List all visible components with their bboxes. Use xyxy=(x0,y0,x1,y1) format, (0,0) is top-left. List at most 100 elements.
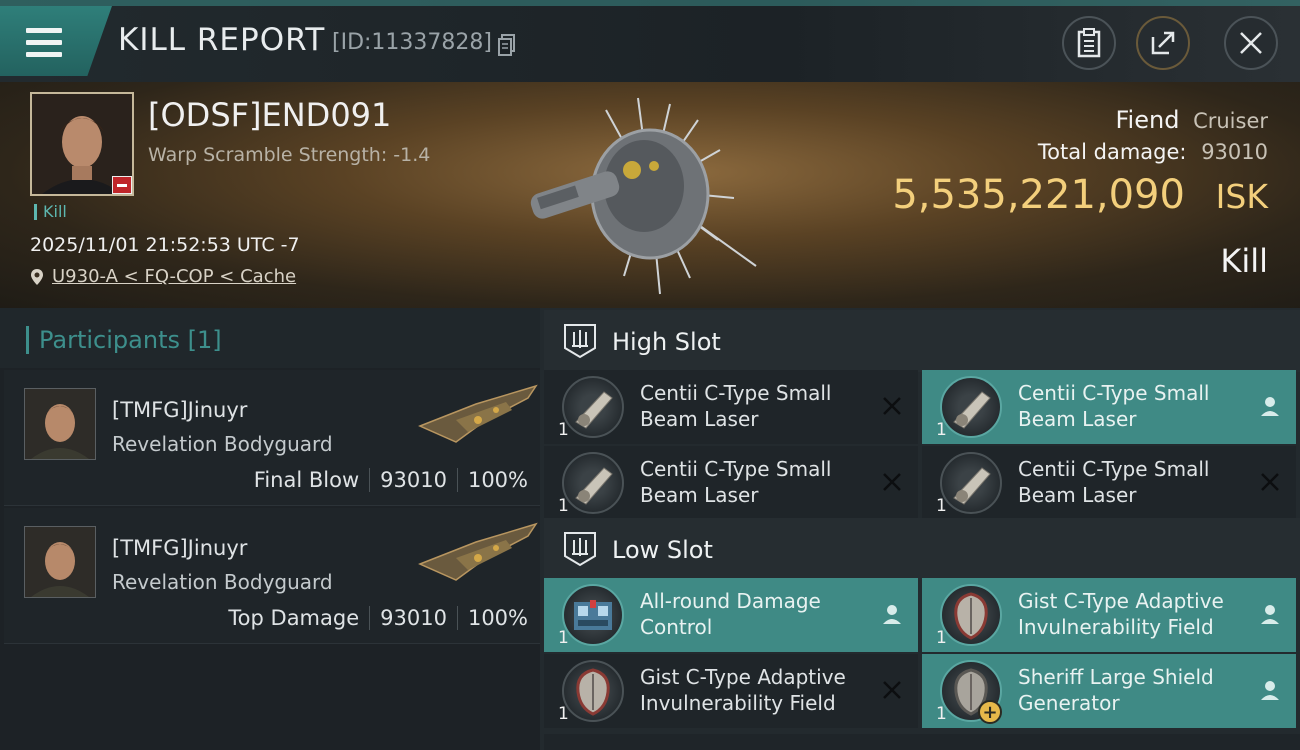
module-name: Centii C-Type Small Beam Laser xyxy=(1018,381,1210,431)
beam-laser-icon xyxy=(562,376,624,438)
module-quantity: 1 xyxy=(936,628,947,648)
participant-ship: Revelation Bodyguard xyxy=(112,432,333,456)
invulnerability-field-icon xyxy=(562,660,624,722)
header-bar: KILL REPORT [ID:11337828] xyxy=(0,0,1300,82)
ship-name: Fiend xyxy=(1115,106,1180,134)
location-link[interactable]: U930-A < FQ-COP < Cache xyxy=(52,266,296,287)
total-damage: Total damage: 93010 xyxy=(1038,140,1268,164)
hamburger-menu-icon[interactable] xyxy=(26,28,62,58)
kill-tag: Kill xyxy=(34,204,67,220)
module-quantity: 1 xyxy=(558,704,569,724)
participant-ship: Revelation Bodyguard xyxy=(112,570,333,594)
module-name: Centii C-Type Small Beam Laser xyxy=(640,457,832,507)
person-icon[interactable] xyxy=(1258,602,1282,626)
location-pin-icon xyxy=(31,269,43,285)
participant-role: Top Damage xyxy=(228,606,360,630)
clipboard-button[interactable] xyxy=(1062,16,1116,70)
copy-icon[interactable] xyxy=(498,34,516,56)
module-card[interactable]: 1 Centii C-Type Small Beam Laser xyxy=(922,446,1296,520)
kill-datetime: 2025/11/01 21:52:53 UTC -7 xyxy=(30,234,300,256)
module-quantity: 1 xyxy=(936,704,947,724)
beam-laser-icon xyxy=(940,452,1002,514)
x-icon[interactable] xyxy=(880,470,904,494)
damage-control-icon xyxy=(562,584,624,646)
high-slot-title: High Slot xyxy=(612,328,721,356)
high-slot-header: High Slot xyxy=(544,310,1300,372)
isk-unit: ISK xyxy=(1215,177,1268,216)
warp-scramble-strength: Warp Scramble Strength: -1.4 xyxy=(148,144,431,166)
person-icon[interactable] xyxy=(880,602,904,626)
penalty-badge xyxy=(112,176,132,194)
low-slot-header: Low Slot xyxy=(544,518,1300,580)
clipboard-icon xyxy=(1077,28,1101,58)
isk-amount: 5,535,221,090 xyxy=(892,172,1185,218)
high-slot-icon xyxy=(564,324,596,359)
person-icon[interactable] xyxy=(1258,394,1282,418)
victim-ship-image xyxy=(530,97,757,295)
victim-ship[interactable]: Fiend Cruiser xyxy=(1115,106,1268,134)
header-accent-line xyxy=(0,0,1300,6)
participant-stats: Final Blow 93010 100% xyxy=(254,468,528,492)
module-card[interactable]: 1 All-round Damage Control xyxy=(544,578,918,652)
module-quantity: 1 xyxy=(936,420,947,440)
module-name: Gist C-Type Adaptive Invulnerability Fie… xyxy=(640,665,846,715)
module-name: Centii C-Type Small Beam Laser xyxy=(640,381,832,431)
low-slot-title: Low Slot xyxy=(612,536,713,564)
share-icon xyxy=(1151,31,1175,55)
participant-avatar[interactable] xyxy=(24,388,96,460)
participants-header: Participants [1] xyxy=(0,308,540,368)
close-icon xyxy=(1240,32,1262,54)
total-damage-label: Total damage: xyxy=(1037,140,1187,164)
kill-result: Kill xyxy=(1220,242,1268,280)
person-icon[interactable] xyxy=(1258,678,1282,702)
beam-laser-icon xyxy=(940,376,1002,438)
participant-portrait-image xyxy=(25,389,95,459)
module-card[interactable]: 1 Gist C-Type Adaptive Invulnerability F… xyxy=(544,654,918,728)
isk-value: 5,535,221,090 ISK xyxy=(892,172,1268,218)
victim-panel: [ODSF]END091 Warp Scramble Strength: -1.… xyxy=(0,82,1300,308)
share-button[interactable] xyxy=(1136,16,1190,70)
participant-portrait-image xyxy=(25,527,95,597)
participant-ship-image xyxy=(418,522,538,581)
plus-icon: + xyxy=(978,700,1002,724)
x-icon[interactable] xyxy=(880,394,904,418)
participant-damage: 93010 xyxy=(380,606,447,630)
module-quantity: 1 xyxy=(558,496,569,516)
participant-avatar[interactable] xyxy=(24,526,96,598)
module-quantity: 1 xyxy=(936,496,947,516)
ship-class: Cruiser xyxy=(1193,109,1268,133)
module-card[interactable]: 1 Centii C-Type Small Beam Laser xyxy=(544,370,918,444)
x-icon[interactable] xyxy=(1258,470,1282,494)
fitting-panel: High Slot 1 Centii C-Type Small Beam Las… xyxy=(540,308,1300,750)
participant-role: Final Blow xyxy=(253,468,360,492)
module-card[interactable]: 1 Centii C-Type Small Beam Laser xyxy=(544,446,918,520)
beam-laser-icon xyxy=(562,452,624,514)
total-damage-value: 93010 xyxy=(1201,140,1268,164)
kill-location[interactable]: U930-A < FQ-COP < Cache xyxy=(30,266,296,287)
invulnerability-field-icon xyxy=(940,584,1002,646)
module-name: Gist C-Type Adaptive Invulnerability Fie… xyxy=(1018,589,1224,639)
module-card[interactable]: 1 Gist C-Type Adaptive Invulnerability F… xyxy=(922,578,1296,652)
victim-name[interactable]: [ODSF]END091 xyxy=(148,96,391,134)
participant-stats: Top Damage 93010 100% xyxy=(228,606,528,630)
module-name: Sheriff Large Shield Generator xyxy=(1018,665,1214,715)
participant-ship-image xyxy=(418,384,538,443)
module-card[interactable]: 1 Centii C-Type Small Beam Laser xyxy=(922,370,1296,444)
close-button[interactable] xyxy=(1224,16,1278,70)
participant-row[interactable]: [TMFG]Jinuyr Revelation Bodyguard Final … xyxy=(4,370,540,506)
participant-name[interactable]: [TMFG]Jinuyr xyxy=(112,398,247,422)
participants-panel: Participants [1] [TMFG]Jinuyr Revelation… xyxy=(0,308,540,750)
module-name: All-round Damage Control xyxy=(640,589,821,639)
participant-percent: 100% xyxy=(467,468,528,492)
low-slot-icon xyxy=(564,532,596,567)
menu-button[interactable] xyxy=(0,6,112,76)
module-card[interactable]: + 1 Sheriff Large Shield Generator xyxy=(922,654,1296,728)
participant-damage: 93010 xyxy=(380,468,447,492)
kill-id: [ID:11337828] xyxy=(332,30,492,55)
participants-title: Participants [1] xyxy=(26,326,222,354)
participant-row[interactable]: [TMFG]Jinuyr Revelation Bodyguard Top Da… xyxy=(4,508,540,644)
participant-name[interactable]: [TMFG]Jinuyr xyxy=(112,536,247,560)
next-module-row xyxy=(544,734,1300,750)
x-icon[interactable] xyxy=(880,678,904,702)
module-name: Centii C-Type Small Beam Laser xyxy=(1018,457,1210,507)
